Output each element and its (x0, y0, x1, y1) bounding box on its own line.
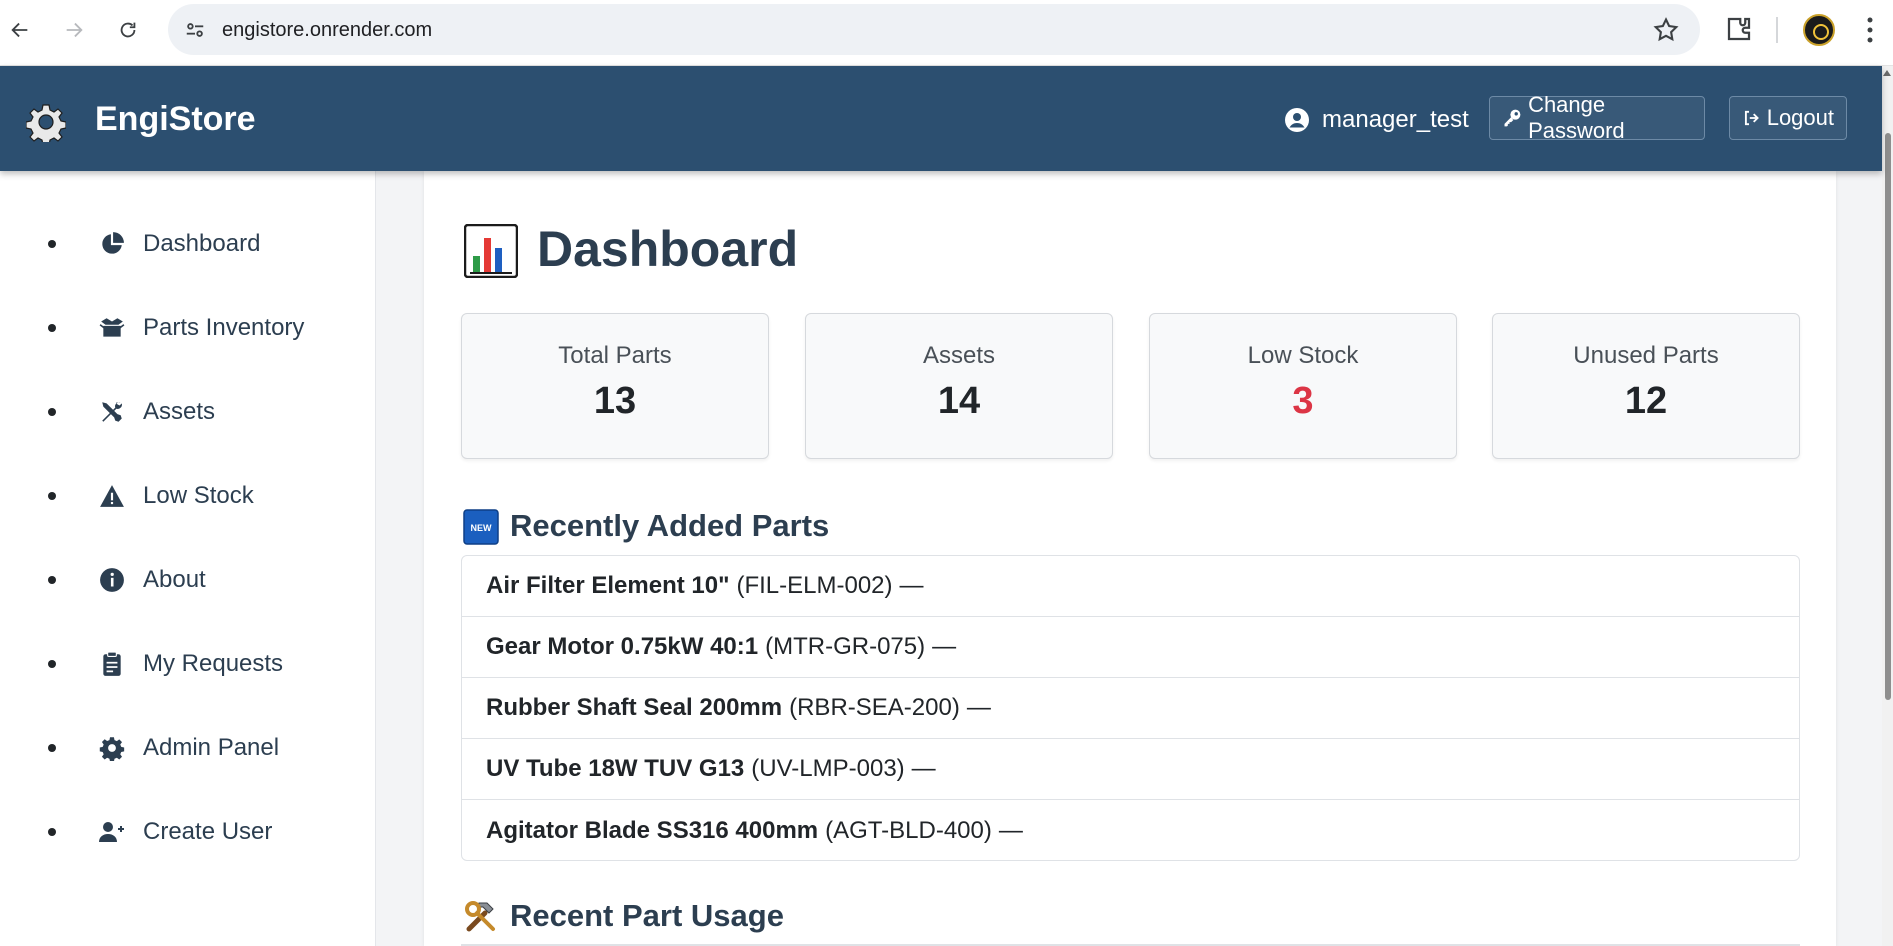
sidebar-item-label: Low Stock (143, 482, 254, 509)
stat-card-unused-parts: Unused Parts 12 (1492, 313, 1800, 459)
list-bullet (48, 744, 56, 752)
stat-label: Assets (922, 342, 996, 369)
list-bullet (48, 324, 56, 332)
reload-icon[interactable] (110, 12, 146, 48)
stat-value: 12 (1624, 380, 1668, 422)
scrollbar-thumb[interactable] (1885, 133, 1891, 700)
gear-icon (98, 734, 126, 762)
warning-icon (98, 482, 126, 510)
part-suffix: — (899, 572, 924, 599)
sidebar-item-admin-panel[interactable]: Admin Panel (0, 718, 376, 778)
sidebar-item-label: Assets (143, 398, 216, 425)
stat-label: Unused Parts (1573, 342, 1719, 369)
list-bullet (48, 408, 56, 416)
list-item[interactable]: Agitator Blade SS316 400mm (AGT-BLD-400)… (462, 800, 1799, 861)
change-password-label: Change Password (1528, 92, 1625, 143)
stat-value: 13 (593, 380, 637, 422)
part-code: (RBR-SEA-200) (789, 694, 960, 721)
stat-card-low-stock: Low Stock 3 (1149, 313, 1457, 459)
stat-value: 14 (937, 380, 981, 422)
stat-label: Low Stock (1247, 342, 1359, 369)
part-name: Air Filter Element 10" (486, 572, 730, 599)
info-icon (98, 566, 126, 594)
bookmark-star-icon[interactable] (1652, 16, 1680, 44)
change-password-button[interactable]: Change Password (1489, 92, 1705, 143)
extensions-icon[interactable] (1724, 14, 1754, 44)
brand-name[interactable]: EngiStore (95, 100, 256, 139)
part-code: (AGT-BLD-400) (825, 816, 992, 844)
sidebar-item-dashboard[interactable]: Dashboard (0, 214, 376, 274)
recent-usage-heading: Recent Part Usage (510, 898, 784, 933)
part-name: Rubber Shaft Seal 200mm (486, 694, 783, 721)
page-title: Dashboard (537, 221, 799, 277)
stat-card-total-parts: Total Parts 13 (461, 313, 769, 459)
logout-icon (1744, 110, 1759, 126)
new-badge-icon: NEW (463, 509, 499, 545)
part-name: Agitator Blade SS316 400mm (486, 816, 819, 844)
user-circle-icon (1285, 108, 1309, 132)
sidebar-item-label: Dashboard (143, 230, 261, 257)
list-bullet (48, 492, 56, 500)
sidebar-item-create-user[interactable]: Create User (0, 802, 376, 862)
stat-card-assets: Assets 14 (805, 313, 1113, 459)
sidebar-item-parts-inventory[interactable]: Parts Inventory (0, 298, 376, 358)
list-bullet (48, 828, 56, 836)
sidebar-item-low-stock[interactable]: Low Stock (0, 466, 376, 526)
part-suffix: — (911, 755, 936, 782)
sidebar-item-label: Create User (143, 818, 273, 845)
part-suffix: — (932, 633, 957, 660)
more-menu-icon[interactable] (1860, 14, 1880, 46)
list-item[interactable]: Rubber Shaft Seal 200mm (RBR-SEA-200) — (462, 678, 1799, 739)
profile-avatar[interactable] (1803, 14, 1835, 46)
forward-icon[interactable] (56, 12, 92, 48)
sidebar-item-label: About (143, 566, 206, 593)
address-bar[interactable]: engistore.onrender.com (168, 4, 1700, 55)
scroll-up-arrow-icon[interactable] (1883, 70, 1891, 76)
part-code: (FIL-ELM-002) (736, 572, 893, 599)
stat-label: Total Parts (558, 342, 672, 369)
logout-button[interactable]: Logout (1729, 96, 1847, 140)
sidebar-item-about[interactable]: About (0, 550, 376, 610)
hammer-wrench-icon (465, 901, 495, 932)
back-icon[interactable] (2, 12, 38, 48)
list-bullet (48, 660, 56, 668)
gear-logo-icon (26, 103, 66, 142)
part-name: UV Tube 18W TUV G13 (486, 755, 745, 782)
pie-chart-icon (98, 230, 126, 258)
tools-icon (98, 398, 126, 426)
sidebar-item-assets[interactable]: Assets (0, 382, 376, 442)
browser-toolbar: engistore.onrender.com (0, 0, 1893, 66)
part-code: (MTR-GR-075) (765, 633, 926, 660)
part-suffix: — (966, 694, 991, 721)
list-item[interactable]: Air Filter Element 10" (FIL-ELM-002) — (462, 556, 1799, 617)
logout-label: Logout (1766, 105, 1834, 130)
part-code: (UV-LMP-003) (751, 755, 905, 782)
clipboard-icon (98, 650, 126, 678)
list-bullet (48, 576, 56, 584)
url-text[interactable]: engistore.onrender.com (222, 19, 432, 42)
list-item[interactable]: Gear Motor 0.75kW 40:1 (MTR-GR-075) — (462, 617, 1799, 678)
part-suffix: — (998, 816, 1023, 844)
site-info-icon[interactable] (182, 17, 208, 43)
app-header: EngiStore manager_test Change Password L… (0, 66, 1882, 171)
recent-parts-list: Air Filter Element 10" (FIL-ELM-002) — G… (461, 555, 1800, 861)
sidebar-item-label: Admin Panel (143, 734, 280, 761)
part-name: Gear Motor 0.75kW 40:1 (486, 633, 759, 660)
toolbar-separator (1776, 17, 1778, 43)
sidebar-item-label: Parts Inventory (143, 314, 305, 341)
user-plus-icon (98, 818, 126, 846)
list-item[interactable]: UV Tube 18W TUV G13 (UV-LMP-003) — (462, 739, 1799, 800)
stat-value-low-stock: 3 (1292, 380, 1314, 422)
key-icon (1504, 109, 1521, 127)
bar-chart-icon (464, 224, 518, 278)
recent-parts-heading: Recently Added Parts (510, 508, 830, 543)
sidebar-item-my-requests[interactable]: My Requests (0, 634, 376, 694)
list-bullet (48, 240, 56, 248)
sidebar-item-label: My Requests (143, 650, 284, 677)
username: manager_test (1322, 106, 1469, 133)
svg-text:NEW: NEW (471, 523, 493, 533)
sidebar: Dashboard Parts Inventory Assets Low Sto… (0, 171, 376, 946)
box-open-icon (98, 314, 126, 342)
